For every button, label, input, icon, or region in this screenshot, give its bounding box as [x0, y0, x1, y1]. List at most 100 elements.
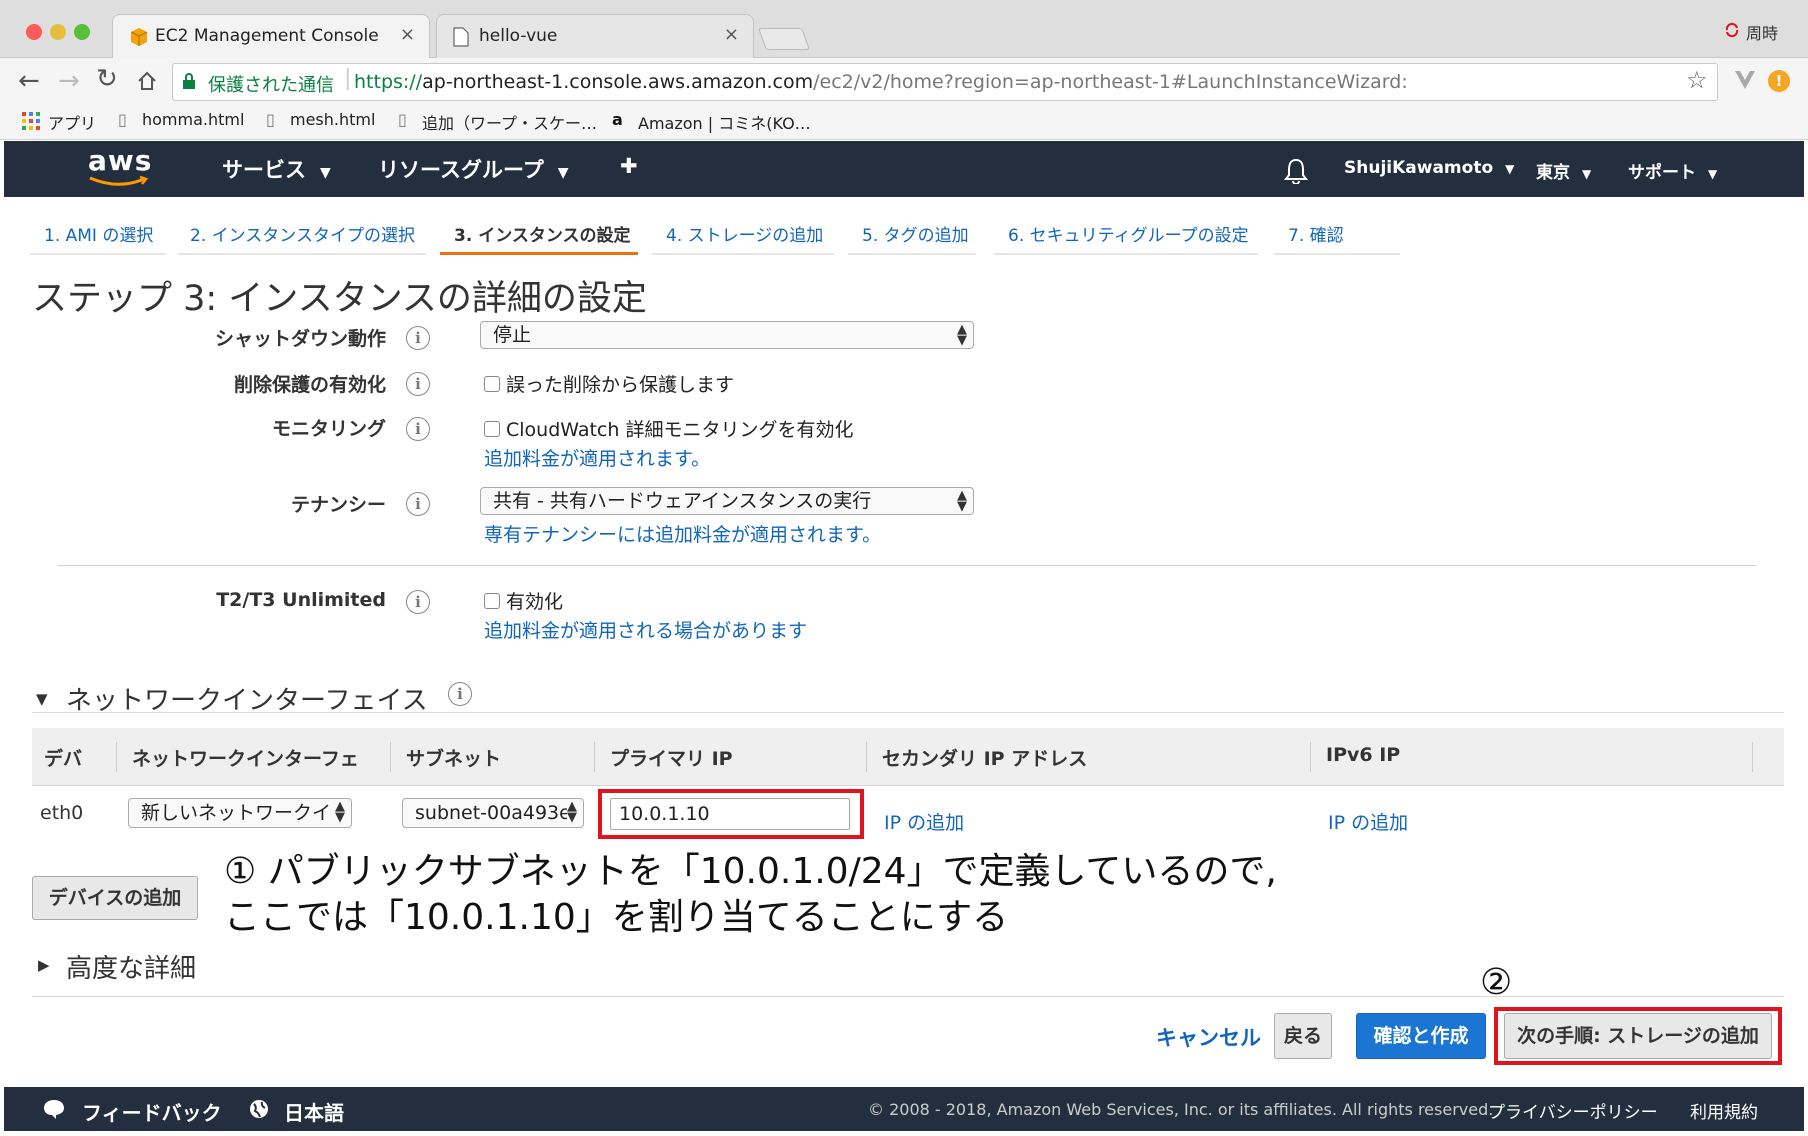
home-icon[interactable]	[136, 70, 158, 92]
section-divider	[58, 565, 1756, 566]
review-and-launch-button[interactable]: 確認と作成	[1356, 1013, 1486, 1059]
step-instance-type[interactable]: 2. インスタンスタイプの選択	[178, 213, 426, 255]
subnet-value: subnet-00a493e	[415, 802, 571, 824]
nav-user[interactable]: ShujiKawamoto ▼	[1344, 158, 1514, 178]
primary-ip-input[interactable]: 10.0.1.10	[610, 798, 850, 830]
tenancy-label: テナンシー	[290, 494, 386, 516]
window-minimize-button[interactable]	[50, 24, 66, 40]
chevron-down-icon: ▼	[1505, 162, 1515, 176]
close-icon[interactable]: ×	[724, 24, 739, 45]
subnet-select[interactable]: subnet-00a493e ▲ ▼	[402, 798, 584, 828]
add-device-button[interactable]: デバイスの追加	[32, 876, 198, 920]
device-cell: eth0	[40, 802, 84, 824]
step-configure-instance[interactable]: 3. インスタンスの設定	[440, 213, 638, 255]
header-ipv6: IPv6 IP	[1326, 744, 1401, 766]
bookmark-apps[interactable]: アプリ	[48, 110, 96, 134]
select-arrows-icon: ▲ ▼	[957, 322, 967, 348]
select-arrows-icon: ▲ ▼	[335, 799, 345, 825]
header-divider	[1752, 742, 1753, 772]
aws-logo[interactable]: aws	[88, 144, 152, 177]
t2t3-checkbox[interactable]	[484, 593, 500, 609]
footer-language[interactable]: 日本語	[284, 1097, 344, 1126]
next-add-storage-button[interactable]: 次の手順: ストレージの追加	[1504, 1013, 1772, 1059]
tab-ec2-console[interactable]: EC2 Management Console ×	[112, 14, 430, 58]
info-icon[interactable]: i	[406, 326, 430, 350]
t2t3-pricing-link[interactable]: 追加料金が適用される場合があります	[484, 616, 807, 643]
t2t3-checkbox-label[interactable]: 有効化	[506, 587, 563, 614]
header-interface: ネットワークインターフェ	[132, 748, 359, 770]
bookmark-homma[interactable]: homma.html	[142, 110, 244, 129]
add-ipv6-link[interactable]: IP の追加	[1328, 808, 1408, 835]
advanced-section-rule	[32, 996, 1784, 997]
footer-terms-link[interactable]: 利用規約	[1690, 1098, 1758, 1123]
tenancy-pricing-link[interactable]: 専有テナンシーには追加料金が適用されます。	[484, 520, 881, 547]
nav-resource-groups[interactable]: リソースグループ ▼	[378, 154, 568, 184]
footer-privacy-link[interactable]: プライバシーポリシー	[1488, 1098, 1658, 1123]
info-icon[interactable]: i	[406, 417, 430, 441]
url-scheme: https://	[354, 71, 423, 93]
bookmark-mesh[interactable]: mesh.html	[290, 110, 375, 129]
back-button[interactable]: 戻る	[1274, 1013, 1332, 1059]
step-tags[interactable]: 5. タグの追加	[848, 213, 976, 255]
shutdown-label: シャットダウン動作	[214, 328, 386, 350]
advanced-section-title[interactable]: 高度な詳細	[66, 948, 196, 985]
termination-checkbox[interactable]	[484, 376, 500, 392]
nav-support[interactable]: サポート ▼	[1628, 158, 1717, 183]
bookmark-amazon[interactable]: Amazon | コミネ(KO…	[638, 110, 811, 134]
shutdown-select[interactable]: 停止 ▲ ▼	[480, 321, 974, 349]
nav-region[interactable]: 東京 ▼	[1536, 158, 1591, 183]
close-icon[interactable]: ×	[400, 24, 415, 45]
annotation-note-line2: ここでは「10.0.1.10」を割り当てることにする	[224, 897, 1009, 938]
bell-icon[interactable]	[1284, 158, 1308, 184]
vue-devtools-icon[interactable]	[1734, 70, 1756, 90]
interface-select[interactable]: 新しいネットワークイ ▲ ▼	[128, 798, 352, 828]
triangle-right-icon[interactable]: ▶	[38, 956, 50, 974]
monitoring-checkbox[interactable]	[484, 421, 500, 437]
window-zoom-button[interactable]	[74, 24, 90, 40]
info-icon[interactable]: i	[448, 682, 472, 706]
new-tab-button[interactable]	[757, 28, 811, 50]
apps-grid-icon[interactable]	[22, 112, 40, 130]
footer-feedback[interactable]: フィードバック	[82, 1097, 222, 1126]
aws-smile-icon	[89, 176, 149, 186]
nav-region-label: 東京	[1536, 163, 1570, 183]
nav-services[interactable]: サービス ▼	[222, 154, 331, 184]
info-icon[interactable]: i	[406, 492, 430, 516]
tab-title: hello-vue	[479, 26, 558, 46]
url-text[interactable]: https://ap-northeast-1.console.aws.amazo…	[354, 71, 1408, 93]
nav-user-label: ShujiKawamoto	[1344, 158, 1494, 178]
sync-icon	[1725, 22, 1739, 38]
triangle-down-icon[interactable]: ▼	[36, 690, 48, 708]
header-primary-ip: プライマリ IP	[610, 748, 733, 770]
star-icon[interactable]: ☆	[1686, 66, 1708, 94]
profile-label[interactable]: 周時	[1746, 20, 1778, 44]
info-icon[interactable]: i	[406, 372, 430, 396]
window-close-button[interactable]	[26, 24, 42, 40]
step-ami[interactable]: 1. AMI の選択	[30, 213, 166, 255]
monitoring-checkbox-label[interactable]: CloudWatch 詳細モニタリングを有効化	[506, 415, 853, 442]
url-divider: |	[344, 66, 352, 91]
termination-checkbox-label[interactable]: 誤った削除から保護します	[506, 370, 734, 397]
monitoring-pricing-link[interactable]: 追加料金が適用されます。	[484, 444, 710, 471]
tenancy-select[interactable]: 共有 - 共有ハードウェアインスタンスの実行 ▲ ▼	[480, 487, 974, 515]
header-divider	[390, 742, 391, 772]
step-review[interactable]: 7. 確認	[1274, 213, 1400, 255]
step-storage[interactable]: 4. ストレージの追加	[652, 213, 834, 255]
url-host: ap-northeast-1.console.aws.amazon.com	[422, 71, 814, 93]
bookmark-warp[interactable]: 追加（ワープ・スケー…	[422, 110, 597, 134]
pin-icon[interactable]: ✚	[620, 154, 638, 178]
forward-arrow-icon[interactable]: →	[58, 66, 80, 96]
reload-icon[interactable]: ↻	[96, 64, 118, 94]
back-arrow-icon[interactable]: ←	[18, 66, 40, 96]
chevron-down-icon: ▼	[320, 165, 331, 181]
add-secondary-ip-link[interactable]: IP の追加	[884, 808, 964, 835]
info-icon[interactable]: i	[406, 590, 430, 614]
nav-support-label: サポート	[1628, 163, 1696, 183]
warning-icon[interactable]: !	[1768, 70, 1790, 92]
cancel-link[interactable]: キャンセル	[1156, 1022, 1261, 1052]
tab-hello-vue[interactable]: hello-vue ×	[436, 14, 754, 58]
secure-label: 保護された通信	[208, 75, 334, 96]
select-arrows-icon: ▲ ▼	[957, 488, 967, 514]
step-security-group[interactable]: 6. セキュリティグループの設定	[994, 213, 1258, 255]
header-device: デバ	[44, 748, 83, 770]
